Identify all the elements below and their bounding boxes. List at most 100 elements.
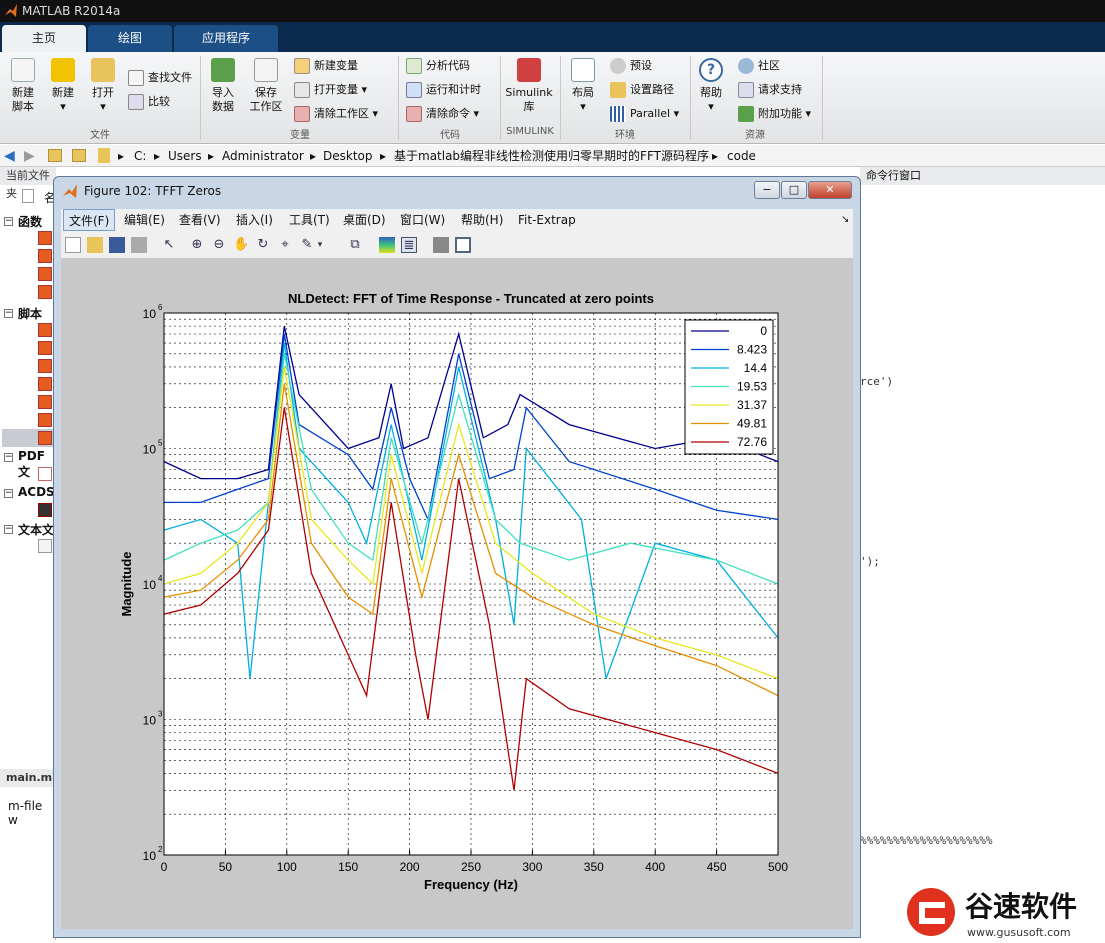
menu-edit[interactable]: 编辑(E) xyxy=(119,209,170,231)
folder-group-scripts[interactable]: 脚本 xyxy=(18,305,42,322)
data-cursor-icon[interactable]: ⌖ xyxy=(277,237,293,253)
preferences-button[interactable]: 预设 xyxy=(610,56,652,76)
png-file-icon[interactable] xyxy=(38,503,52,517)
menu-fit-extrap[interactable]: Fit-Extrap xyxy=(513,209,581,231)
rotate-icon[interactable]: ↻ xyxy=(255,237,271,253)
back-arrow-icon[interactable]: ◀ xyxy=(4,145,15,167)
menu-insert[interactable]: 插入(I) xyxy=(231,209,278,231)
brush-icon[interactable]: ✎ xyxy=(299,237,315,253)
pan-icon[interactable]: ✋ xyxy=(233,237,249,253)
tab-home[interactable]: 主页 xyxy=(2,25,86,52)
analyze-code-button[interactable]: 分析代码 xyxy=(406,56,470,76)
folder-group-acds[interactable]: ACDS xyxy=(18,485,55,499)
save-workspace-button[interactable]: 保存 工作区 xyxy=(246,58,286,114)
hide-plot-tools-icon[interactable] xyxy=(433,237,449,253)
simulink-library-button[interactable]: Simulink 库 xyxy=(504,58,554,114)
m-file-icon[interactable] xyxy=(38,267,52,281)
figure-title-bar[interactable]: Figure 102: TFFT Zeros − □ ✕ xyxy=(54,177,860,205)
legend-icon[interactable]: ≣ xyxy=(401,237,417,253)
y-tick-label: 10 xyxy=(143,849,157,863)
parallel-icon xyxy=(610,106,626,122)
tab-plots[interactable]: 绘图 xyxy=(88,25,172,52)
set-path-button[interactable]: 设置路径 xyxy=(610,80,674,100)
help-button[interactable]: ? 帮助 ▾ xyxy=(694,58,728,114)
folder-up-icon[interactable] xyxy=(48,149,62,162)
chart-legend[interactable]: 0 8.423 14.4 19.53 31.37 49.81 72.76 xyxy=(684,319,774,455)
browse-folder-icon[interactable] xyxy=(72,149,86,162)
y-tick-label: 10 xyxy=(143,307,157,321)
path-segment[interactable]: 基于matlab编程非线性检测使用归零早期时的FFT源码程序 xyxy=(394,145,709,167)
menu-help[interactable]: 帮助(H) xyxy=(456,209,508,231)
close-button[interactable]: ✕ xyxy=(808,181,852,199)
parallel-button[interactable]: Parallel ▾ xyxy=(610,104,679,124)
save-icon[interactable] xyxy=(109,237,125,253)
collapse-icon[interactable]: − xyxy=(4,217,13,226)
zoom-out-icon[interactable]: ⊖ xyxy=(211,237,227,253)
menu-file[interactable]: 文件(F) xyxy=(63,209,116,231)
folder-group-text[interactable]: 文本文 xyxy=(18,521,54,538)
clear-commands-button[interactable]: 清除命令 ▾ xyxy=(406,104,479,124)
community-button[interactable]: 社区 xyxy=(738,56,780,76)
forward-arrow-icon[interactable]: ▶ xyxy=(24,145,35,167)
find-files-icon xyxy=(128,70,144,86)
compare-button[interactable]: 比较 xyxy=(128,92,170,112)
maximize-button[interactable]: □ xyxy=(781,181,807,199)
find-files-button[interactable]: 查找文件 xyxy=(128,68,192,88)
new-variable-button[interactable]: 新建变量 xyxy=(294,56,358,76)
path-segment[interactable]: Desktop xyxy=(323,145,373,167)
menu-view[interactable]: 查看(V) xyxy=(174,209,226,231)
show-plot-tools-icon[interactable] xyxy=(455,237,471,253)
path-segment[interactable]: Users xyxy=(168,145,202,167)
layout-button[interactable]: 布局 ▾ xyxy=(566,58,600,114)
collapse-icon[interactable]: − xyxy=(4,453,13,462)
open-button[interactable]: 打开 ▾ xyxy=(86,58,120,114)
chevron-down-icon[interactable]: ▾ xyxy=(315,237,325,253)
zoom-in-icon[interactable]: ⊕ xyxy=(189,237,205,253)
m-file-icon[interactable] xyxy=(38,431,52,445)
new-button[interactable]: 新建 ▾ xyxy=(46,58,80,114)
x-tick-label: 400 xyxy=(645,860,665,874)
m-file-icon[interactable] xyxy=(38,395,52,409)
open-file-icon[interactable] xyxy=(87,237,103,253)
new-script-button[interactable]: 新建 脚本 xyxy=(6,58,40,114)
y-tick-label: 10 xyxy=(143,714,157,728)
m-file-icon[interactable] xyxy=(38,285,52,299)
folder-group-functions[interactable]: 函数 xyxy=(18,213,42,230)
colorbar-icon[interactable] xyxy=(379,237,395,253)
y-tick-exponent: 4 xyxy=(158,574,163,583)
run-and-time-button[interactable]: 运行和计时 xyxy=(406,80,481,100)
menu-overflow-icon[interactable]: ↘ xyxy=(841,209,849,231)
text-file-icon[interactable] xyxy=(38,539,52,553)
menu-tools[interactable]: 工具(T) xyxy=(284,209,335,231)
collapse-icon[interactable]: − xyxy=(4,309,13,318)
clear-workspace-button[interactable]: 清除工作区 ▾ xyxy=(294,104,378,124)
print-icon[interactable] xyxy=(131,237,147,253)
path-segment[interactable]: code xyxy=(727,145,756,167)
minimize-button[interactable]: − xyxy=(754,181,780,199)
editor-tab[interactable]: main.m xyxy=(0,769,56,787)
collapse-icon[interactable]: − xyxy=(4,525,13,534)
add-ons-button[interactable]: 附加功能 ▾ xyxy=(738,104,811,124)
menu-window[interactable]: 窗口(W) xyxy=(395,209,450,231)
link-plot-icon[interactable]: ⧉ xyxy=(347,237,363,253)
collapse-icon[interactable]: − xyxy=(4,489,13,498)
path-segment[interactable]: C: xyxy=(134,145,146,167)
m-file-icon[interactable] xyxy=(38,249,52,263)
command-window[interactable]: 命令行窗口 rce') '); %%%%%%%%%%%%%%%%%%%% xyxy=(860,167,1105,940)
pdf-file-icon[interactable] xyxy=(38,467,52,481)
import-data-button[interactable]: 导入 数据 xyxy=(206,58,240,114)
request-support-button[interactable]: 请求支持 xyxy=(738,80,802,100)
path-segment[interactable]: Administrator xyxy=(222,145,304,167)
pointer-icon[interactable]: ↖ xyxy=(161,237,177,253)
menu-desktop[interactable]: 桌面(D) xyxy=(338,209,391,231)
tab-apps[interactable]: 应用程序 xyxy=(174,25,278,52)
address-bar: ◀ ▶ ▸ C: ▸ Users ▸ Administrator ▸ Deskt… xyxy=(0,145,1105,167)
new-figure-icon[interactable] xyxy=(65,237,81,253)
open-variable-button[interactable]: 打开变量 ▾ xyxy=(294,80,367,100)
m-file-icon[interactable] xyxy=(38,359,52,373)
m-file-icon[interactable] xyxy=(38,377,52,391)
m-file-icon[interactable] xyxy=(38,341,52,355)
m-file-icon[interactable] xyxy=(38,231,52,245)
m-file-icon[interactable] xyxy=(38,323,52,337)
m-file-icon[interactable] xyxy=(38,413,52,427)
